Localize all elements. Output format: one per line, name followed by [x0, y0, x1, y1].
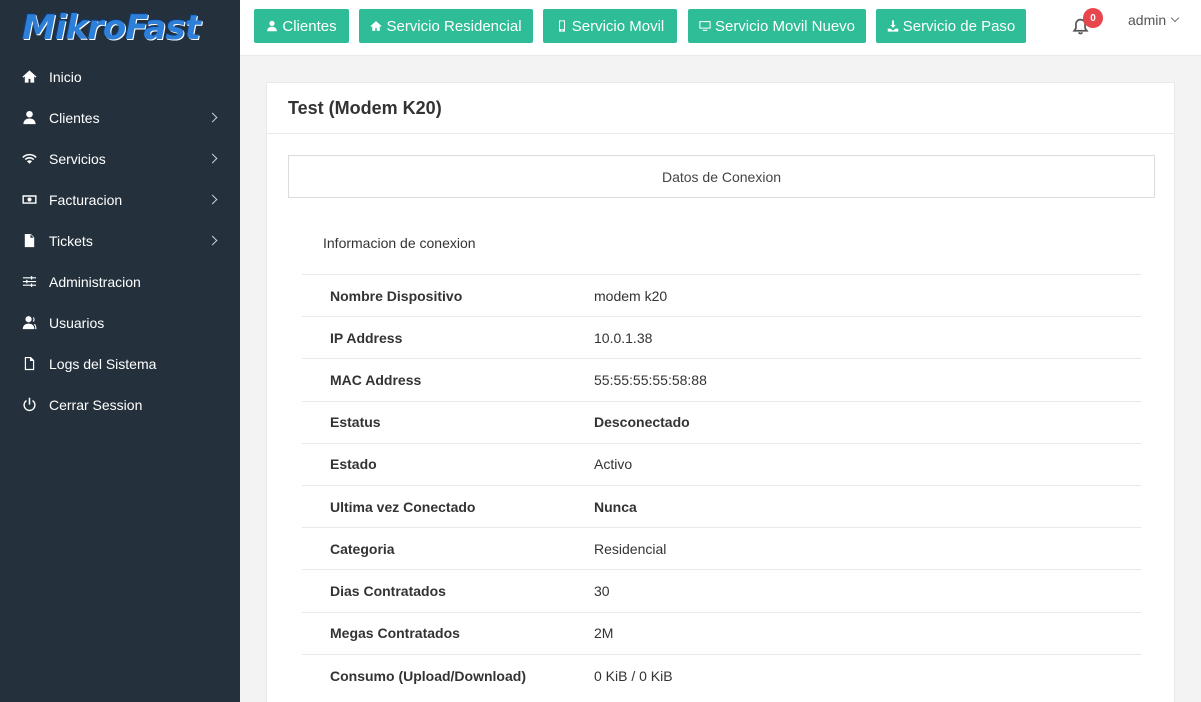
row-value: 10.0.1.38	[594, 329, 653, 346]
users-icon	[20, 314, 38, 332]
row-value: 55:55:55:55:58:88	[594, 371, 707, 388]
money-icon	[20, 191, 38, 209]
chevron-right-icon	[207, 194, 218, 204]
table-row: Nombre Dispositivo modem k20	[302, 274, 1141, 317]
sidebar-item-label: Administracion	[49, 273, 141, 290]
table-row: Categoria Residencial	[302, 527, 1141, 570]
sidebar-item-servicios[interactable]: Servicios	[0, 138, 240, 179]
sidebar-item-inicio[interactable]: Inicio	[0, 56, 240, 97]
servicio-residencial-button[interactable]: Servicio Residencial	[359, 9, 533, 43]
sidebar-item-label: Logs del Sistema	[49, 355, 157, 372]
chevron-right-icon	[207, 153, 218, 163]
power-icon	[20, 396, 38, 414]
sidebar-item-tickets[interactable]: Tickets	[0, 220, 240, 261]
row-label: Consumo (Upload/Download)	[330, 667, 526, 684]
row-value: 2M	[594, 625, 614, 642]
sidebar-item-cerrar-session[interactable]: Cerrar Session	[0, 384, 240, 425]
button-label: Clientes	[282, 17, 337, 35]
notification-badge: 0	[1083, 8, 1103, 28]
row-label: Nombre Dispositivo	[330, 287, 463, 304]
table-row: Ultima vez Conectado Nunca	[302, 485, 1141, 527]
button-label: Servicio Movil	[571, 17, 665, 35]
sidebar-item-label: Usuarios	[49, 314, 105, 331]
button-label: Servicio de Paso	[902, 17, 1016, 35]
mobile-icon	[558, 20, 565, 32]
row-value: 30	[594, 582, 610, 599]
sidebar-item-label: Cerrar Session	[49, 396, 143, 413]
user-icon	[20, 109, 38, 127]
table-row: Estatus Desconectado	[302, 401, 1141, 443]
sidebar-item-label: Tickets	[49, 232, 93, 249]
tab-datos-de-conexion[interactable]: Datos de Conexion	[288, 155, 1155, 198]
row-value: Residencial	[594, 540, 667, 557]
chevron-right-icon	[207, 112, 218, 122]
button-label: Servicio Residencial	[386, 17, 522, 35]
sidebar-item-label: Servicios	[49, 150, 106, 167]
sidebar-item-logs[interactable]: Logs del Sistema	[0, 343, 240, 384]
file-icon	[20, 232, 38, 250]
chevron-right-icon	[207, 235, 218, 245]
connection-card: Test (Modem K20) Datos de Conexion Infor…	[266, 82, 1175, 702]
home-icon	[370, 21, 383, 31]
sidebar: MikroFast Inicio Clientes Servicios Fact…	[0, 0, 240, 702]
table-row: Dias Contratados 30	[302, 569, 1141, 612]
row-label: Megas Contratados	[330, 625, 460, 642]
sidebar-item-label: Clientes	[49, 109, 100, 126]
table-row: Estado Activo	[302, 443, 1141, 485]
logo[interactable]: MikroFast	[0, 0, 240, 56]
sliders-icon	[20, 273, 38, 291]
clientes-button[interactable]: Clientes	[254, 9, 349, 43]
status-value: Desconectado	[594, 414, 690, 431]
user-name: admin	[1128, 12, 1167, 28]
row-label: Ultima vez Conectado	[330, 498, 476, 515]
sidebar-item-label: Facturacion	[49, 191, 123, 208]
table-row: IP Address 10.0.1.38	[302, 316, 1141, 359]
last-connected-value: Nunca	[594, 498, 637, 515]
table-row: Megas Contratados 2M	[302, 612, 1141, 654]
wifi-icon	[20, 150, 38, 168]
row-label: Categoria	[330, 540, 395, 557]
connection-info-table: Nombre Dispositivo modem k20 IP Address 10…	[302, 274, 1141, 696]
row-label: IP Address	[330, 329, 403, 346]
sidebar-item-usuarios[interactable]: Usuarios	[0, 302, 240, 343]
sidebar-nav: Inicio Clientes Servicios Facturacion Ti…	[0, 56, 240, 425]
button-label: Servicio Movil Nuevo	[714, 17, 856, 35]
sidebar-item-facturacion[interactable]: Facturacion	[0, 179, 240, 220]
chevron-down-icon	[1170, 13, 1180, 23]
user-icon	[267, 20, 278, 32]
row-value: modem k20	[594, 287, 668, 304]
logo-text: MikroFast	[22, 8, 201, 48]
table-row: MAC Address 55:55:55:55:58:88	[302, 358, 1141, 401]
row-value: 0 KiB / 0 KiB	[594, 667, 673, 684]
servicio-movil-button[interactable]: Servicio Movil	[543, 9, 677, 43]
document-icon	[20, 355, 38, 373]
state-value: Activo	[594, 456, 633, 473]
row-label: MAC Address	[330, 371, 422, 388]
row-label: Dias Contratados	[330, 582, 446, 599]
table-row: Consumo (Upload/Download) 0 KiB / 0 KiB	[302, 654, 1141, 696]
page-title: Test (Modem K20)	[288, 97, 442, 118]
sidebar-item-label: Inicio	[49, 68, 82, 85]
download-icon	[887, 20, 898, 32]
monitor-icon	[699, 21, 711, 31]
home-icon	[20, 68, 38, 86]
card-header: Test (Modem K20)	[267, 83, 1174, 134]
servicio-de-paso-button[interactable]: Servicio de Paso	[876, 9, 1026, 43]
topbar: Clientes Servicio Residencial Servicio M…	[240, 0, 1201, 56]
sidebar-item-clientes[interactable]: Clientes	[0, 97, 240, 138]
servicio-movil-nuevo-button[interactable]: Servicio Movil Nuevo	[688, 9, 866, 43]
row-label: Estatus	[330, 414, 381, 431]
section-title: Informacion de conexion	[323, 235, 476, 251]
user-menu[interactable]: admin	[1128, 12, 1180, 28]
row-label: Estado	[330, 456, 377, 473]
sidebar-item-administracion[interactable]: Administracion	[0, 261, 240, 302]
